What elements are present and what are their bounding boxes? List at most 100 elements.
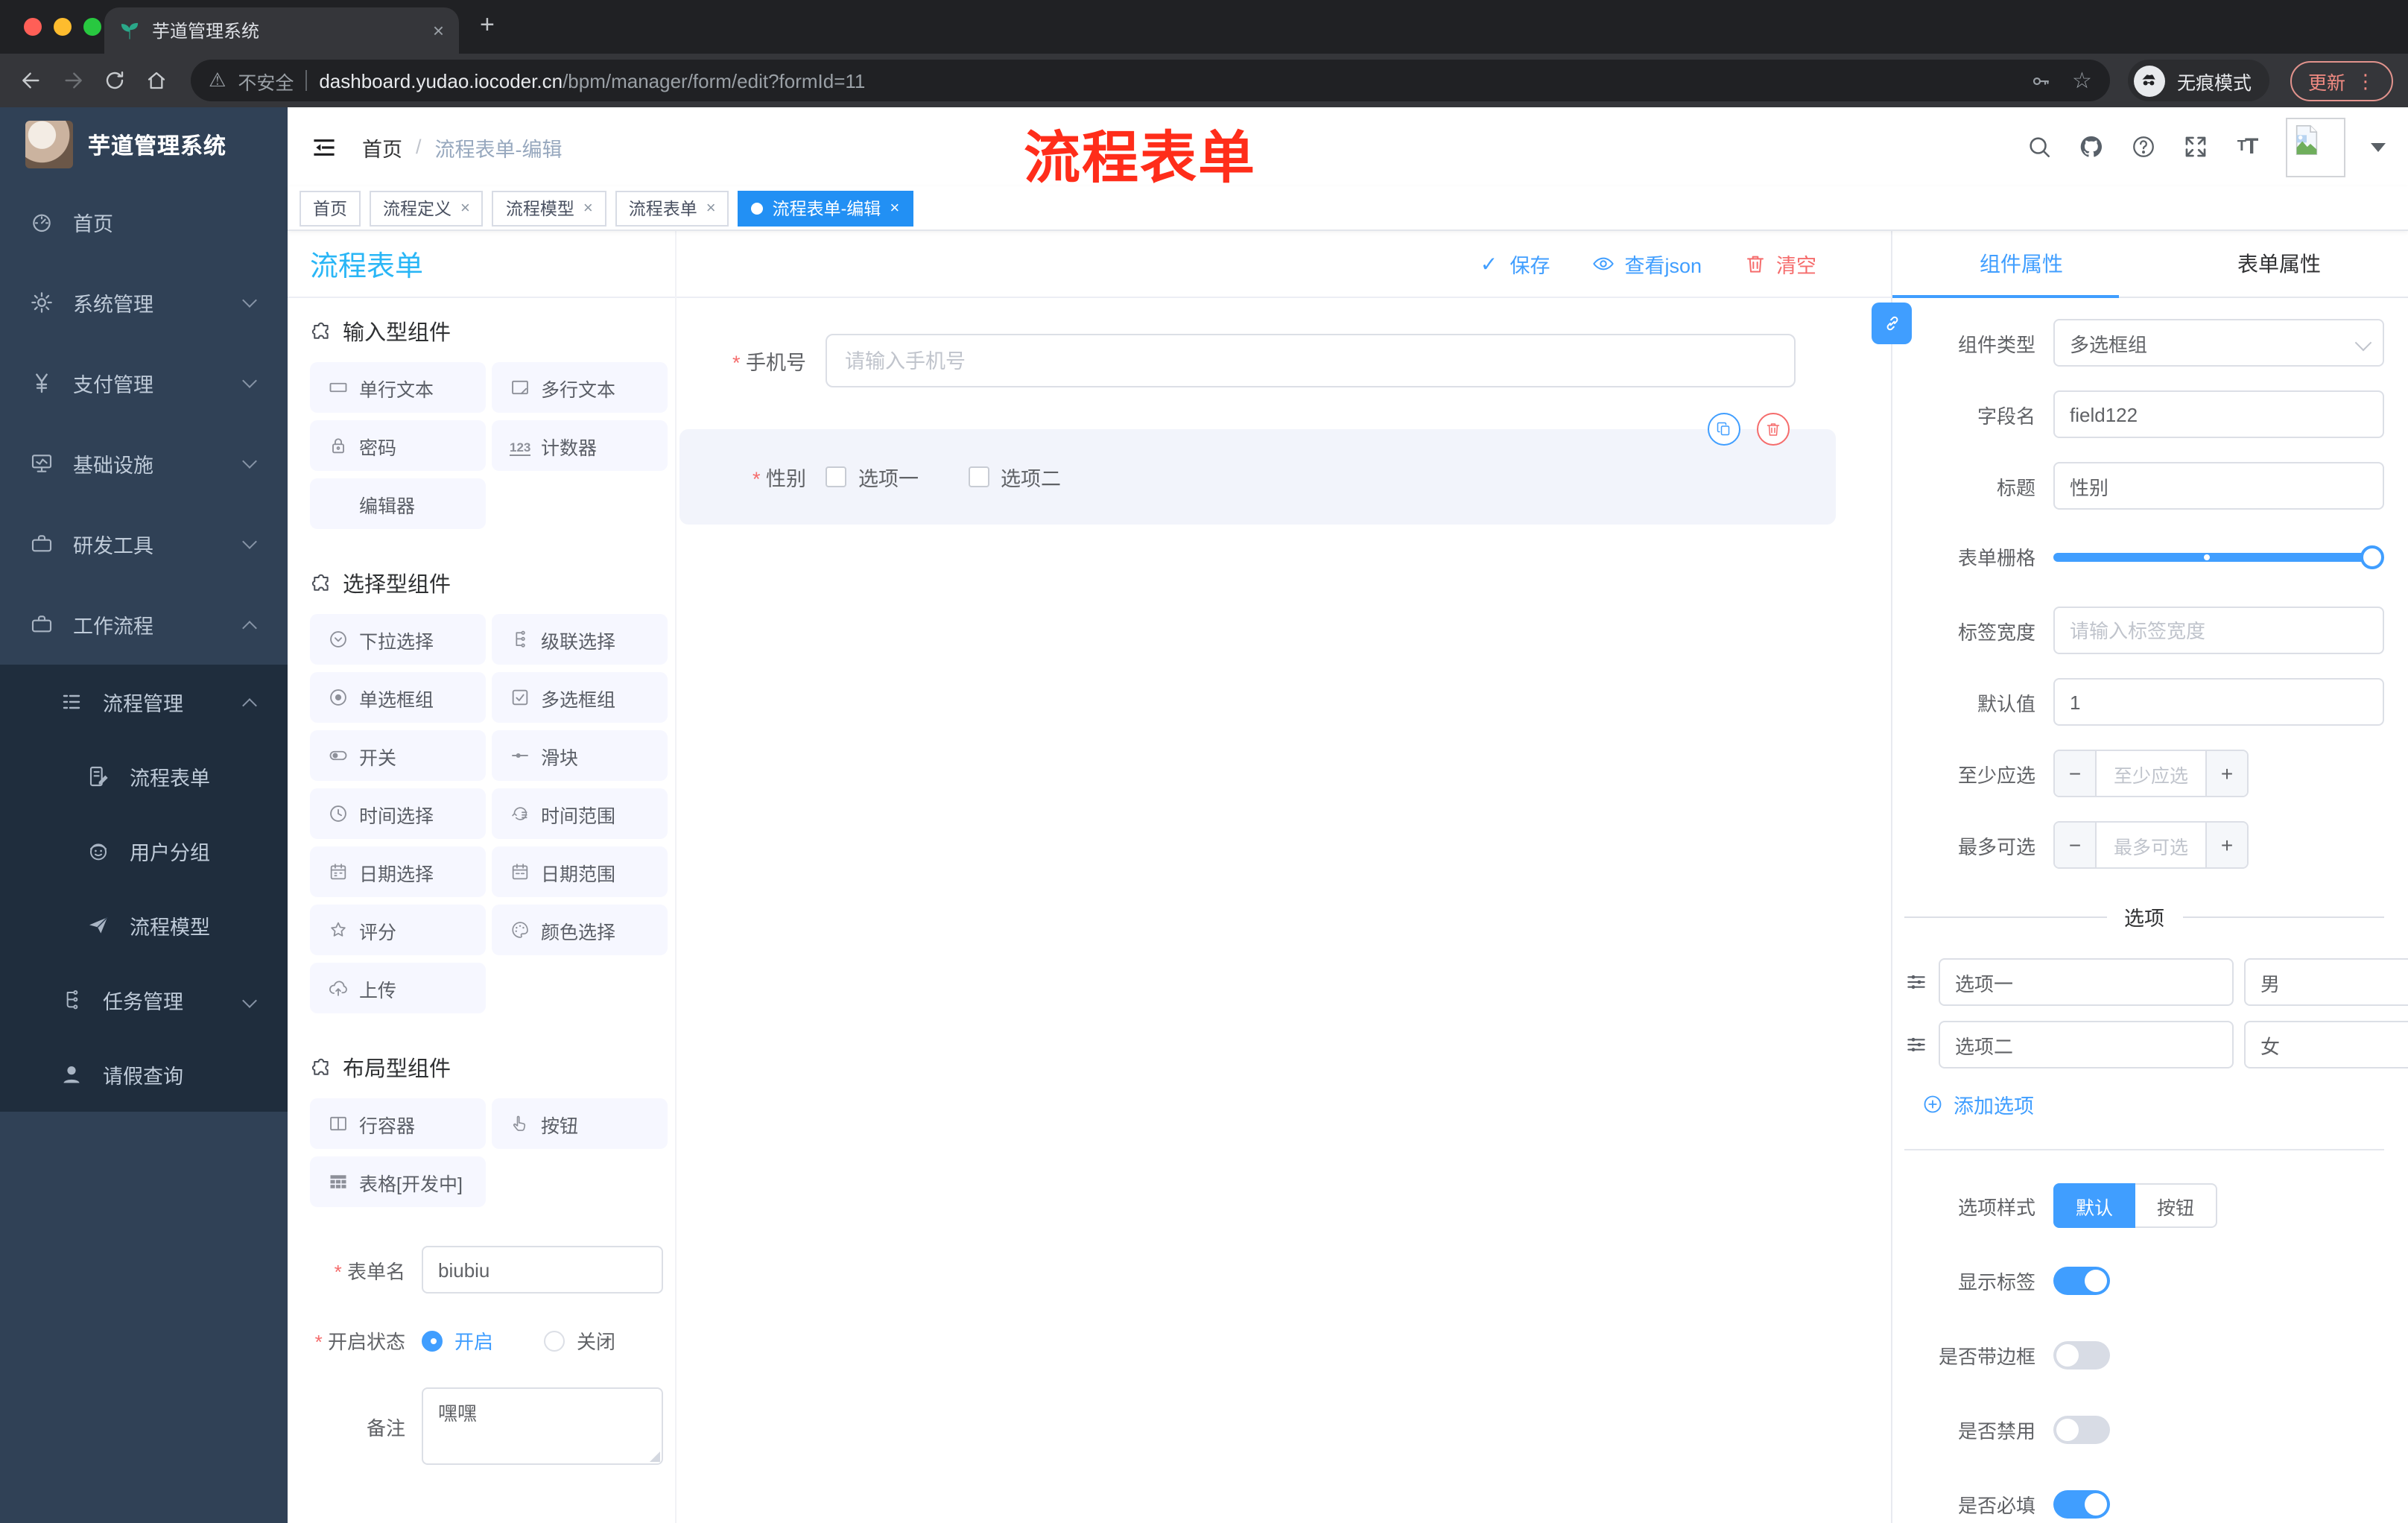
add-option-button[interactable]: 添加选项 <box>1922 1089 2384 1119</box>
search-icon[interactable] <box>2025 133 2052 160</box>
component-单选框组[interactable]: 单选框组 <box>310 672 486 723</box>
field-name-input[interactable] <box>2053 390 2384 438</box>
checkbox-icon[interactable] <box>968 466 989 487</box>
sidebar-item-用户分组[interactable]: 用户分组 <box>0 814 288 888</box>
component-颜色选择[interactable]: 颜色选择 <box>492 905 668 955</box>
minimize-window-button[interactable] <box>54 18 72 36</box>
tag-流程表单-编辑[interactable]: 流程表单-编辑 × <box>738 190 913 226</box>
component-时间范围[interactable]: 时间范围 <box>492 788 668 839</box>
phone-field-row[interactable]: 手机号 <box>679 334 1836 387</box>
component-单行文本[interactable]: 单行文本 <box>310 362 486 413</box>
toggle-显示标签[interactable] <box>2053 1266 2110 1294</box>
component-按钮[interactable]: 按钮 <box>492 1098 668 1149</box>
tag-close-icon[interactable]: × <box>460 199 470 217</box>
component-行容器[interactable]: 行容器 <box>310 1098 486 1149</box>
option-value-input[interactable] <box>2244 1021 2408 1068</box>
sidebar-item-流程管理[interactable]: 流程管理 <box>0 665 288 739</box>
component-密码[interactable]: 密码 <box>310 420 486 471</box>
save-button[interactable]: ✓ 保存 <box>1477 249 1550 279</box>
title-input[interactable] <box>2053 462 2384 510</box>
tag-close-icon[interactable]: × <box>706 199 716 217</box>
drag-handle-icon[interactable] <box>1904 1033 1928 1057</box>
component-级联选择[interactable]: 级联选择 <box>492 614 668 665</box>
address-bar[interactable]: ⚠ 不安全 dashboard.yudao.iocoder.cn/bpm/man… <box>191 60 2110 101</box>
link-drawer-tab[interactable] <box>1872 303 1912 344</box>
close-window-button[interactable] <box>24 18 42 36</box>
component-滑块[interactable]: 滑块 <box>492 730 668 781</box>
new-tab-button[interactable]: + <box>480 12 495 37</box>
forward-icon[interactable] <box>57 64 89 97</box>
option-value-input[interactable] <box>2244 958 2408 1006</box>
drag-handle-icon[interactable] <box>1904 970 1928 994</box>
component-日期选择[interactable]: 日期选择 <box>310 846 486 897</box>
status-on-label[interactable]: 开启 <box>454 1326 493 1355</box>
fullscreen-icon[interactable] <box>2182 133 2208 160</box>
sidebar-item-基础设施[interactable]: 基础设施 <box>0 423 288 504</box>
reload-icon[interactable] <box>98 64 131 97</box>
component-日期范围[interactable]: 日期范围 <box>492 846 668 897</box>
collapse-sidebar-icon[interactable] <box>310 135 338 159</box>
sidebar-item-系统管理[interactable]: 系统管理 <box>0 262 288 343</box>
grid-slider[interactable] <box>2053 545 2384 569</box>
tab-close-icon[interactable]: × <box>433 19 444 42</box>
gender-option-2[interactable]: 选项二 <box>968 462 1061 492</box>
tag-流程定义[interactable]: 流程定义 × <box>370 190 484 226</box>
component-多选框组[interactable]: 多选框组 <box>492 672 668 723</box>
bookmark-star-icon[interactable]: ☆ <box>2072 69 2092 92</box>
view-json-button[interactable]: 查看json <box>1591 249 1702 279</box>
phone-input[interactable] <box>826 334 1796 387</box>
tag-流程模型[interactable]: 流程模型 × <box>492 190 606 226</box>
minus-button[interactable]: − <box>2055 823 2097 867</box>
browser-tab[interactable]: 芋道管理系统 × <box>104 7 459 54</box>
tag-close-icon[interactable]: × <box>583 199 593 217</box>
zoom-window-button[interactable] <box>83 18 101 36</box>
sidebar-item-请假查询[interactable]: 请假查询 <box>0 1037 288 1112</box>
sidebar-item-任务管理[interactable]: 任务管理 <box>0 963 288 1037</box>
component-多行文本[interactable]: 多行文本 <box>492 362 668 413</box>
status-off-radio[interactable] <box>544 1330 565 1351</box>
resize-grip-icon[interactable] <box>650 1451 660 1462</box>
browser-update-button[interactable]: 更新 ⋮ <box>2290 60 2393 101</box>
component-计数器[interactable]: 123 计数器 <box>492 420 668 471</box>
clear-button[interactable]: 清空 <box>1743 249 1816 279</box>
delete-field-button[interactable] <box>1757 413 1790 446</box>
remark-textarea[interactable]: 嘿嘿 <box>422 1387 663 1465</box>
toggle-是否必填[interactable] <box>2053 1489 2110 1518</box>
sidebar-item-研发工具[interactable]: 研发工具 <box>0 504 288 584</box>
component-编辑器[interactable]: 编辑器 <box>310 478 486 529</box>
label-width-input[interactable] <box>2053 607 2384 654</box>
component-表格[开发中][interactable]: 表格[开发中] <box>310 1156 486 1207</box>
github-icon[interactable] <box>2077 133 2104 160</box>
toggle-是否带边框[interactable] <box>2053 1340 2110 1369</box>
tag-流程表单[interactable]: 流程表单 × <box>615 190 729 226</box>
back-icon[interactable] <box>15 64 48 97</box>
component-评分[interactable]: 评分 <box>310 905 486 955</box>
chevron-down-icon[interactable] <box>2371 142 2386 151</box>
status-on-radio[interactable] <box>422 1330 443 1351</box>
sidebar-item-流程模型[interactable]: 流程模型 <box>0 888 288 963</box>
minus-button[interactable]: − <box>2055 751 2097 796</box>
slider-handle[interactable] <box>2360 545 2384 569</box>
font-size-icon[interactable]: TT <box>2234 133 2260 160</box>
sidebar-item-流程表单[interactable]: 流程表单 <box>0 739 288 814</box>
sidebar-item-工作流程[interactable]: 工作流程 <box>0 584 288 665</box>
form-name-input[interactable] <box>422 1246 663 1294</box>
tab-component-props[interactable]: 组件属性 <box>1892 231 2150 297</box>
sidebar-item-首页[interactable]: 首页 <box>0 182 288 262</box>
password-key-icon[interactable] <box>2029 69 2051 92</box>
sidebar-item-支付管理[interactable]: 支付管理 <box>0 343 288 423</box>
copy-field-button[interactable] <box>1708 413 1740 446</box>
tag-首页[interactable]: 首页 <box>300 190 361 226</box>
component-开关[interactable]: 开关 <box>310 730 486 781</box>
help-icon[interactable] <box>2129 133 2156 160</box>
plus-button[interactable]: + <box>2205 751 2247 796</box>
home-icon[interactable] <box>140 64 173 97</box>
component-上传[interactable]: 上传 <box>310 963 486 1013</box>
default-value-input[interactable] <box>2053 678 2384 726</box>
tab-form-props[interactable]: 表单属性 <box>2150 231 2408 297</box>
status-off-label[interactable]: 关闭 <box>577 1326 615 1355</box>
gender-option-1[interactable]: 选项一 <box>826 462 919 492</box>
browser-menu-icon[interactable]: ⋮ <box>2356 71 2375 90</box>
checkbox-icon[interactable] <box>826 466 846 487</box>
tag-close-icon[interactable]: × <box>890 199 899 217</box>
